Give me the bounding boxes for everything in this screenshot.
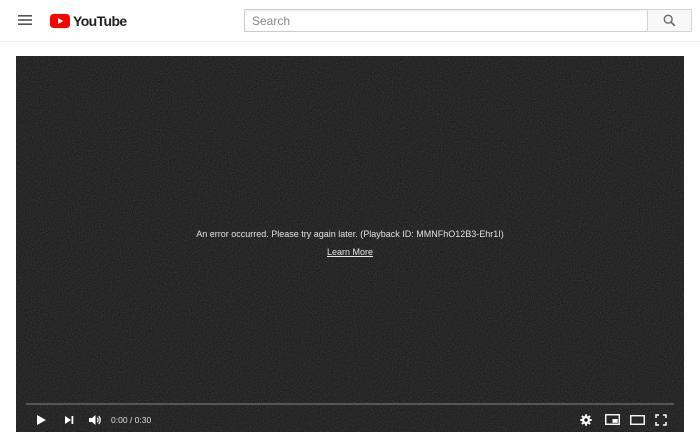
settings-gear-icon	[580, 413, 592, 426]
hamburger-menu-icon	[18, 15, 32, 25]
progress-bar[interactable]	[26, 403, 674, 405]
video-player[interactable]: An error occurred. Please try again late…	[16, 56, 684, 432]
magnifier-icon	[663, 14, 676, 27]
miniplayer-button[interactable]	[603, 407, 621, 432]
error-text: An error occurred. Please try again late…	[196, 229, 504, 239]
search-bar	[244, 9, 692, 32]
learn-more-link[interactable]: Learn More	[327, 246, 373, 258]
volume-button[interactable]	[86, 407, 104, 432]
settings-button[interactable]	[578, 407, 594, 432]
fullscreen-icon	[655, 413, 667, 426]
volume-icon	[88, 414, 101, 425]
error-message: An error occurred. Please try again late…	[16, 228, 684, 260]
logo-text: YouTube	[73, 13, 127, 29]
play-icon	[37, 414, 46, 425]
time-display: 0:00 / 0:30	[111, 414, 152, 425]
player-controls: 0:00 / 0:30	[16, 407, 684, 432]
menu-button[interactable]	[14, 10, 36, 30]
play-button[interactable]	[32, 407, 50, 432]
masthead: YouTube	[0, 0, 700, 42]
fullscreen-button[interactable]	[653, 407, 669, 432]
search-button[interactable]	[647, 9, 692, 32]
miniplayer-icon	[604, 414, 620, 425]
next-icon	[65, 415, 74, 424]
theater-mode-button[interactable]	[628, 407, 646, 432]
youtube-play-icon	[50, 14, 70, 28]
youtube-logo[interactable]: YouTube	[50, 11, 127, 31]
next-button[interactable]	[60, 407, 78, 432]
search-input[interactable]	[244, 9, 647, 32]
theater-mode-icon	[629, 414, 645, 425]
